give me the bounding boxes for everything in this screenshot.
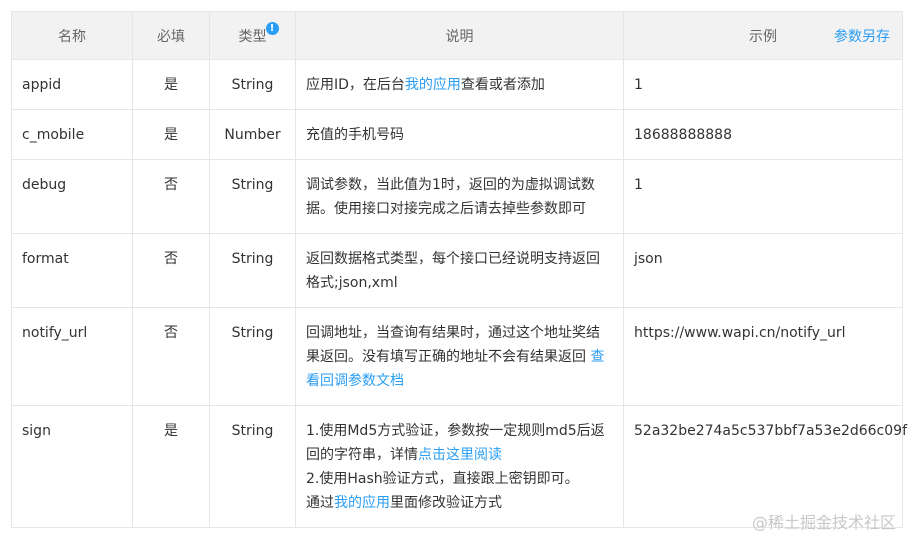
table-row: notify_url 否 String 回调地址，当查询有结果时，通过这个地址奖… xyxy=(11,307,903,406)
desc-line: 调试参数，当此值为1时，返回的为虚拟调试数 xyxy=(306,177,595,193)
param-name: debug xyxy=(11,159,133,234)
param-description: 应用ID，在后台我的应用查看或者添加 xyxy=(295,59,624,110)
desc-line: 看回调参数文档 xyxy=(306,369,613,393)
param-required: 是 xyxy=(132,109,210,160)
header-description: 说明 xyxy=(295,11,624,60)
param-example: json xyxy=(623,233,903,308)
save-params-link[interactable]: 参数另存 xyxy=(834,26,890,46)
desc-line: 果返回。没有填写正确的地址不会有结果返回 查 xyxy=(306,345,613,369)
desc-line: 返回数据格式类型，每个接口已经说明支持返回 xyxy=(306,251,600,267)
param-name: notify_url xyxy=(11,307,133,406)
param-required: 否 xyxy=(132,307,210,406)
read-more-link[interactable]: 点击这里阅读 xyxy=(418,447,502,463)
param-name: c_mobile xyxy=(11,109,133,160)
desc-text: 查看或者添加 xyxy=(460,77,545,93)
header-example-label: 示例 xyxy=(749,28,777,45)
table-row: appid 是 String 应用ID，在后台我的应用查看或者添加 1 xyxy=(11,59,903,110)
param-required: 是 xyxy=(132,59,210,110)
params-table: 名称 必填 类型 ! 说明 示例 参数另存 appid 是 String 应用I… xyxy=(11,11,907,528)
header-example: 示例 参数另存 xyxy=(623,11,903,60)
param-description: 回调地址，当查询有结果时，通过这个地址奖结 果返回。没有填写正确的地址不会有结果… xyxy=(295,307,624,406)
callback-doc-link[interactable]: 查 xyxy=(590,349,604,365)
param-description: 1.使用Md5方式验证，参数按一定规则md5后返 回的字符串，详情点击这里阅读 … xyxy=(295,405,624,528)
param-required: 是 xyxy=(132,405,210,528)
param-type: String xyxy=(209,307,296,406)
info-icon[interactable]: ! xyxy=(265,21,279,35)
table-header-row: 名称 必填 类型 ! 说明 示例 参数另存 xyxy=(11,11,903,60)
table-row: debug 否 String 调试参数，当此值为1时，返回的为虚拟调试数 据。使… xyxy=(11,159,903,234)
callback-doc-link-cont[interactable]: 看回调参数文档 xyxy=(306,373,404,389)
param-type: Number xyxy=(209,109,296,160)
desc-text: 应用ID，在后台 xyxy=(306,77,405,93)
param-name: appid xyxy=(11,59,133,110)
param-name: sign xyxy=(11,405,133,528)
desc-text: 通过 xyxy=(306,495,334,511)
param-example: 18688888888 xyxy=(623,109,903,160)
desc-text: 果返回。没有填写正确的地址不会有结果返回 xyxy=(306,349,591,365)
param-description: 调试参数，当此值为1时，返回的为虚拟调试数 据。使用接口对接完成之后请去掉些参数… xyxy=(295,159,624,234)
header-name: 名称 xyxy=(11,11,133,60)
desc-line: 2.使用Hash验证方式，直接跟上密钥即可。 xyxy=(306,471,579,487)
param-description: 返回数据格式类型，每个接口已经说明支持返回 格式;json,xml xyxy=(295,233,624,308)
param-example: 1 xyxy=(623,59,903,110)
param-type: String xyxy=(209,159,296,234)
desc-line: 格式;json,xml xyxy=(306,275,398,291)
param-required: 否 xyxy=(132,159,210,234)
desc-line: 通过我的应用里面修改验证方式 xyxy=(306,491,613,515)
header-type-label: 类型 xyxy=(238,28,267,45)
param-example: https://www.wapi.cn/notify_url xyxy=(623,307,903,406)
watermark: @稀土掘金技术社区 xyxy=(751,513,896,532)
desc-line: 回的字符串，详情点击这里阅读 xyxy=(306,443,613,467)
desc-line: 据。使用接口对接完成之后请去掉些参数即可 xyxy=(306,201,586,217)
param-type: String xyxy=(209,233,296,308)
param-type: String xyxy=(209,59,296,110)
params-table-wrapper: 名称 必填 类型 ! 说明 示例 参数另存 appid 是 String 应用I… xyxy=(11,11,907,528)
desc-line: 回调地址，当查询有结果时，通过这个地址奖结 xyxy=(306,325,600,341)
desc-line: 1.使用Md5方式验证，参数按一定规则md5后返 xyxy=(306,423,605,439)
my-app-link[interactable]: 我的应用 xyxy=(405,77,461,93)
header-required: 必填 xyxy=(132,11,210,60)
param-name: format xyxy=(11,233,133,308)
param-type: String xyxy=(209,405,296,528)
table-row: format 否 String 返回数据格式类型，每个接口已经说明支持返回 格式… xyxy=(11,233,903,308)
table-row: c_mobile 是 Number 充值的手机号码 18688888888 xyxy=(11,109,903,160)
param-example: 1 xyxy=(623,159,903,234)
desc-text: 回的字符串，详情 xyxy=(306,447,418,463)
my-app-link[interactable]: 我的应用 xyxy=(334,495,390,511)
param-description: 充值的手机号码 xyxy=(295,109,624,160)
desc-text: 里面修改验证方式 xyxy=(390,495,502,511)
param-required: 否 xyxy=(132,233,210,308)
header-type: 类型 ! xyxy=(209,11,296,60)
